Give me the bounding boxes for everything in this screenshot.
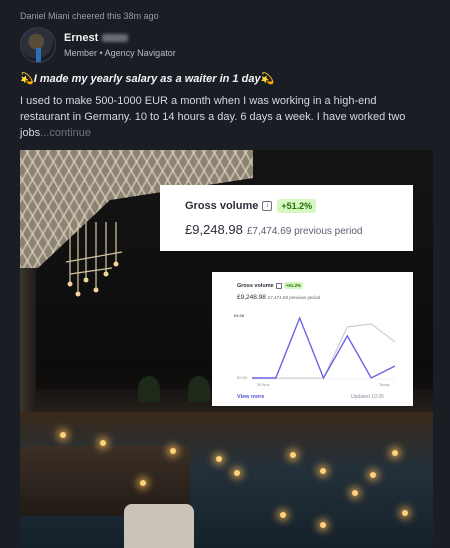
post-title[interactable]: 💫I made my yearly salary as a waiter in … — [20, 72, 274, 85]
candle-light — [216, 456, 222, 462]
post-title-text: I made my yearly salary as a waiter in 1… — [33, 73, 261, 85]
sparkle-icon: 💫 — [20, 73, 34, 85]
mini-previous: £7,474.69 previous period — [267, 295, 320, 300]
candle-light — [352, 490, 358, 496]
gross-volume-chart-card: Gross volume +51.2% £9,248.98 £7,474.69 p… — [212, 272, 413, 406]
post-body: I used to make 500-1000 EUR a month when… — [20, 93, 420, 141]
mini-title-text: Gross volume — [237, 282, 274, 289]
previous-period-line — [252, 323, 395, 379]
author-role: Member • Agency Navigator — [64, 48, 176, 58]
mini-change-badge: +51.2% — [283, 282, 304, 289]
activity-notice: Daniel Miani cheered this 38m ago — [20, 11, 159, 21]
y-axis-min-label: £0.00 — [237, 375, 248, 380]
line-chart — [252, 316, 395, 380]
gross-volume-amount: £9,248.98 — [185, 222, 243, 237]
info-icon: i — [262, 201, 273, 211]
mini-card-title: Gross volume +51.2% — [237, 282, 304, 289]
author-name[interactable]: Ernest — [64, 32, 98, 44]
updated-time: Updated 10:26 — [351, 394, 384, 400]
sparkle-icon: 💫 — [260, 73, 275, 85]
feed-post: Daniel Miani cheered this 38m ago Ernest… — [0, 0, 450, 548]
candle-light — [402, 510, 408, 516]
candle-light — [290, 452, 296, 458]
previous-period-amount: £7,474.69 previous period — [246, 226, 363, 237]
candle-light — [320, 522, 326, 528]
x-axis-end-label: Today — [379, 382, 390, 387]
candle-light — [140, 480, 146, 486]
chair — [124, 504, 194, 548]
change-badge: +51.2% — [277, 199, 317, 213]
palm-tree — [188, 376, 210, 402]
redacted-surname — [102, 34, 129, 42]
candle-light — [392, 450, 398, 456]
y-axis-max-label: £9.98 — [234, 313, 245, 318]
x-axis-start-label: 30 Nov — [257, 382, 270, 387]
gross-volume-title: Gross volume — [185, 200, 259, 212]
info-icon — [275, 282, 282, 289]
candle-light — [234, 470, 240, 476]
mini-amount: £9,248.98 — [237, 294, 266, 301]
candle-light — [170, 448, 176, 454]
chandelier — [65, 222, 123, 297]
candle-light — [60, 432, 66, 438]
mini-amounts: £9,248.98 £7,474.69 previous period — [237, 294, 320, 301]
view-more-link[interactable]: View more — [237, 394, 264, 400]
current-period-line — [252, 316, 395, 380]
avatar[interactable] — [20, 27, 56, 63]
candle-light — [370, 472, 376, 478]
candle-light — [100, 440, 106, 446]
candle-light — [320, 468, 326, 474]
post-author[interactable]: Ernest Member • Agency Navigator — [20, 27, 176, 63]
candle-light — [280, 512, 286, 518]
continue-link[interactable]: ...continue — [40, 127, 91, 139]
gross-volume-card: Gross volume i +51.2% £9,248.98 £7,474.6… — [160, 185, 413, 251]
palm-tree — [138, 376, 160, 402]
